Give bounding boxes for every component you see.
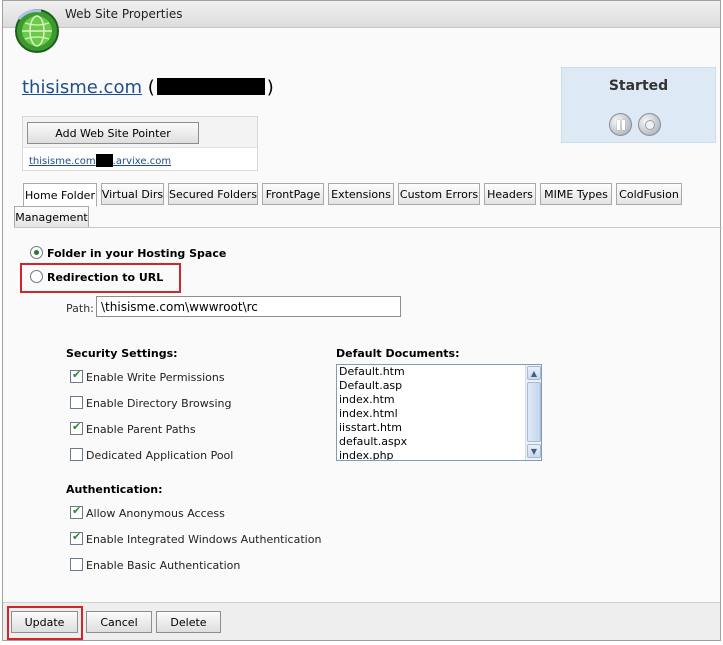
tab-virtual-dirs[interactable]: Virtual Dirs xyxy=(101,183,164,205)
button-bar: Update Cancel Delete xyxy=(3,602,720,640)
web-site-pointer-panel: Add Web Site Pointer thisisme.com .arvixe… xyxy=(22,116,258,171)
windows-auth-label: Enable Integrated Windows Authentication xyxy=(86,533,322,546)
tab-headers[interactable]: Headers xyxy=(484,183,536,205)
cancel-button[interactable]: Cancel xyxy=(86,611,152,633)
tab-coldfusion[interactable]: ColdFusion xyxy=(616,183,682,205)
site-name-link[interactable]: thisisme.com xyxy=(22,77,142,98)
windows-auth-checkbox[interactable] xyxy=(70,530,83,545)
redirection-url-radio[interactable] xyxy=(30,270,43,283)
pointer-link-suffix: .arvixe.com xyxy=(112,156,172,167)
tab-frontpage[interactable]: FrontPage xyxy=(262,183,324,205)
tab-management[interactable]: Management xyxy=(14,206,89,228)
list-item[interactable]: index.htm xyxy=(337,393,541,407)
update-button[interactable]: Update xyxy=(11,611,78,633)
anonymous-access-checkbox[interactable] xyxy=(70,504,83,519)
redacted-block xyxy=(95,154,113,167)
status-label: Started xyxy=(608,78,669,94)
tab-mime-types[interactable]: MIME Types xyxy=(540,183,612,205)
scroll-up-icon[interactable]: ▲ xyxy=(527,366,541,380)
pointer-link[interactable]: thisisme.com .arvixe.com xyxy=(29,154,171,167)
tab-custom-errors[interactable]: Custom Errors xyxy=(398,183,480,205)
tab-bar: Home Folder Virtual Dirs Secured Folders… xyxy=(3,181,722,229)
parent-paths-label: Enable Parent Paths xyxy=(86,423,196,436)
folder-hosting-radio[interactable] xyxy=(30,246,43,259)
site-status-panel: Started xyxy=(561,67,716,143)
dedicated-pool-checkbox[interactable] xyxy=(70,448,83,461)
write-permissions-label: Enable Write Permissions xyxy=(86,371,225,384)
dedicated-pool-label: Dedicated Application Pool xyxy=(86,449,234,462)
properties-window: Web Site Properties thisisme.com () Star… xyxy=(2,0,722,641)
tab-extensions[interactable]: Extensions xyxy=(328,183,394,205)
list-item[interactable]: Default.asp xyxy=(337,379,541,393)
list-scrollbar[interactable]: ▲ ▼ xyxy=(525,365,541,460)
title-bar: Web Site Properties xyxy=(3,1,720,28)
path-input[interactable] xyxy=(96,296,401,317)
path-label: Path: xyxy=(66,302,94,315)
list-item[interactable]: Default.htm xyxy=(337,365,541,379)
security-settings-heading: Security Settings: xyxy=(66,347,178,360)
paren-close: ) xyxy=(266,77,274,98)
scroll-thumb[interactable] xyxy=(527,382,541,442)
list-item[interactable]: default.aspx xyxy=(337,435,541,449)
list-item[interactable]: index.html xyxy=(337,407,541,421)
window-title: Web Site Properties xyxy=(65,7,183,21)
list-item[interactable]: index.php xyxy=(337,449,541,460)
add-web-site-pointer-button[interactable]: Add Web Site Pointer xyxy=(27,122,199,144)
basic-auth-label: Enable Basic Authentication xyxy=(86,559,241,572)
directory-browsing-label: Enable Directory Browsing xyxy=(86,397,232,410)
stop-icon[interactable] xyxy=(638,113,661,136)
default-documents-list[interactable]: Default.htm Default.asp index.htm index.… xyxy=(336,364,542,461)
delete-button[interactable]: Delete xyxy=(156,611,221,633)
tab-home-folder[interactable]: Home Folder xyxy=(23,183,97,207)
site-heading: thisisme.com () xyxy=(22,77,274,98)
globe-icon xyxy=(15,9,59,53)
pause-icon[interactable] xyxy=(609,113,632,136)
authentication-heading: Authentication: xyxy=(66,483,163,496)
basic-auth-checkbox[interactable] xyxy=(70,558,83,571)
paren-open: ( xyxy=(147,77,155,98)
anonymous-access-label: Allow Anonymous Access xyxy=(86,507,225,520)
redacted-block xyxy=(156,78,265,95)
directory-browsing-checkbox[interactable] xyxy=(70,396,83,409)
write-permissions-checkbox[interactable] xyxy=(70,368,83,383)
folder-hosting-label: Folder in your Hosting Space xyxy=(47,247,227,260)
redirection-url-label: Redirection to URL xyxy=(47,271,164,284)
pointer-link-prefix: thisisme.com xyxy=(29,156,96,167)
scroll-down-icon[interactable]: ▼ xyxy=(527,444,541,458)
tab-secured-folders[interactable]: Secured Folders xyxy=(168,183,258,205)
parent-paths-checkbox[interactable] xyxy=(70,420,83,435)
list-item[interactable]: iisstart.htm xyxy=(337,421,541,435)
default-documents-heading: Default Documents: xyxy=(336,347,460,360)
